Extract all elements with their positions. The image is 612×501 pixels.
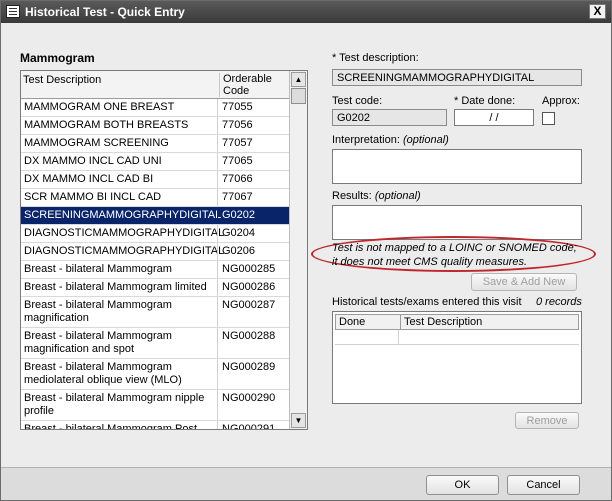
save-add-new-button[interactable]: Save & Add New: [471, 273, 577, 291]
table-row[interactable]: Breast - bilateral Mammogram magnificati…: [21, 297, 289, 328]
orderable-code-cell: NG000286: [217, 279, 289, 296]
mapping-warning-note: Test is not mapped to a LOINC or SNOMED …: [332, 242, 577, 268]
remove-button[interactable]: Remove: [515, 412, 579, 429]
test-description-cell: DX MAMMO INCL CAD UNI: [24, 155, 162, 167]
dialog-footer: OK Cancel: [1, 467, 611, 500]
cancel-button[interactable]: Cancel: [507, 475, 580, 495]
title-bar: Historical Test - Quick Entry X: [1, 1, 611, 23]
date-done-field[interactable]: / /: [454, 109, 534, 126]
historical-tests-header: Done Test Description: [335, 314, 579, 330]
table-row[interactable]: Breast - bilateral Mammogram Post Wire P…: [21, 421, 289, 430]
table-row[interactable]: Breast - bilateral Mammogram nipple prof…: [21, 390, 289, 421]
test-description-cell: MAMMOGRAM ONE BREAST: [24, 101, 175, 113]
table-row[interactable]: SCR MAMMO BI INCL CAD 77067: [21, 189, 289, 207]
orderable-code-cell: NG000291: [217, 421, 289, 429]
test-description-label: * Test description:: [332, 52, 419, 64]
table-row[interactable]: [335, 330, 579, 345]
table-row[interactable]: MAMMOGRAM SCREENING 77057: [21, 135, 289, 153]
date-done-label: * Date done:: [454, 95, 516, 107]
close-button[interactable]: X: [589, 4, 606, 19]
table-row[interactable]: DIAGNOSTICMAMMOGRAPHYDIGITAL G0206: [21, 243, 289, 261]
orderable-code-cell: 77057: [217, 135, 289, 152]
orderable-code-cell: 77065: [217, 153, 289, 170]
orderable-code-cell: NG000289: [217, 359, 289, 389]
col-orderable-code[interactable]: Orderable Code: [219, 73, 279, 97]
test-description-cell: Breast - bilateral Mammogram magnificati…: [24, 299, 172, 324]
col-test-description-history[interactable]: Test Description: [400, 315, 482, 330]
interpretation-label: Interpretation: (optional): [332, 134, 449, 146]
test-description-cell: Breast - bilateral Mammogram magnificati…: [24, 330, 172, 355]
table-row[interactable]: Breast - bilateral Mammogram magnificati…: [21, 328, 289, 359]
list-scrollbar[interactable]: ▲ ▼: [289, 71, 307, 429]
results-field[interactable]: [332, 205, 582, 240]
historical-tests-label: Historical tests/exams entered this visi…: [332, 296, 522, 308]
quick-entry-dialog: Historical Test - Quick Entry X Mammogra…: [0, 0, 612, 501]
test-description-cell: Breast - bilateral Mammogram nipple prof…: [24, 392, 205, 417]
approx-label: Approx:: [542, 95, 580, 107]
test-code-label: Test code:: [332, 95, 383, 107]
table-row[interactable]: MAMMOGRAM BOTH BREASTS 77056: [21, 117, 289, 135]
app-icon: [6, 5, 20, 18]
section-title: Mammogram: [20, 51, 95, 65]
scroll-up-arrow-icon[interactable]: ▲: [291, 72, 306, 87]
scroll-down-arrow-icon[interactable]: ▼: [291, 413, 306, 428]
test-description-cell: DX MAMMO INCL CAD BI: [24, 173, 154, 185]
orderable-code-cell: NG000290: [217, 390, 289, 420]
orderable-code-cell: NG000287: [217, 297, 289, 327]
table-row[interactable]: Breast - bilateral Mammogram limited NG00…: [21, 279, 289, 297]
orderable-code-cell: G0206: [217, 243, 289, 260]
table-row[interactable]: SCREENINGMAMMOGRAPHYDIGITAL G0202: [21, 207, 289, 225]
test-description-cell: SCR MAMMO BI INCL CAD: [24, 191, 162, 203]
col-test-description[interactable]: Test Description: [23, 74, 218, 96]
table-row[interactable]: Breast - bilateral Mammogram NG000285: [21, 261, 289, 279]
col-done[interactable]: Done: [339, 316, 365, 328]
orderable-code-cell: 77056: [217, 117, 289, 134]
historical-tests-table: Done Test Description: [332, 311, 582, 404]
table-row[interactable]: MAMMOGRAM ONE BREAST 77055: [21, 99, 289, 117]
interpretation-field[interactable]: [332, 149, 582, 184]
test-description-cell: MAMMOGRAM SCREENING: [24, 137, 169, 149]
test-description-cell: SCREENINGMAMMOGRAPHYDIGITAL: [24, 209, 222, 221]
orderable-code-cell: G0204: [217, 225, 289, 242]
orderable-code-cell: NG000285: [217, 261, 289, 278]
table-row[interactable]: DIAGNOSTICMAMMOGRAPHYDIGITAL G0204: [21, 225, 289, 243]
orderable-code-cell: 77066: [217, 171, 289, 188]
test-description-cell: MAMMOGRAM BOTH BREASTS: [24, 119, 189, 131]
test-description-cell: Breast - bilateral Mammogram limited: [24, 281, 207, 293]
test-description-field[interactable]: SCREENINGMAMMOGRAPHYDIGITAL: [332, 69, 582, 86]
table-row[interactable]: DX MAMMO INCL CAD UNI 77065: [21, 153, 289, 171]
list-header: Test Description Orderable Code: [21, 71, 289, 99]
test-description-cell: DIAGNOSTICMAMMOGRAPHYDIGITAL: [24, 227, 225, 239]
window-title: Historical Test - Quick Entry: [25, 5, 185, 19]
orderable-code-cell: 77067: [217, 189, 289, 206]
test-description-cell: Breast - bilateral Mammogram mediolatera…: [24, 361, 182, 386]
table-row[interactable]: DX MAMMO INCL CAD BI 77066: [21, 171, 289, 189]
test-description-cell: DIAGNOSTICMAMMOGRAPHYDIGITAL: [24, 245, 225, 257]
list-rows: MAMMOGRAM ONE BREAST 77055 MAMMOGRAM BOTH …: [21, 99, 289, 430]
test-description-cell: Breast - bilateral Mammogram: [24, 263, 172, 275]
orderable-code-cell: G0202: [217, 207, 289, 224]
table-row[interactable]: Breast - bilateral Mammogram mediolatera…: [21, 359, 289, 390]
test-code-field[interactable]: G0202: [332, 109, 447, 126]
test-list: Test Description Orderable Code MAMMOGRA…: [20, 70, 308, 430]
orderable-code-cell: NG000288: [217, 328, 289, 358]
orderable-code-cell: 77055: [217, 99, 289, 116]
approx-checkbox[interactable]: [542, 112, 555, 125]
test-description-cell: Breast - bilateral Mammogram Post Wire P…: [24, 423, 197, 430]
results-label: Results: (optional): [332, 190, 421, 202]
ok-button[interactable]: OK: [426, 475, 499, 495]
records-count: 0 records: [536, 296, 582, 308]
scroll-thumb[interactable]: [291, 88, 306, 104]
